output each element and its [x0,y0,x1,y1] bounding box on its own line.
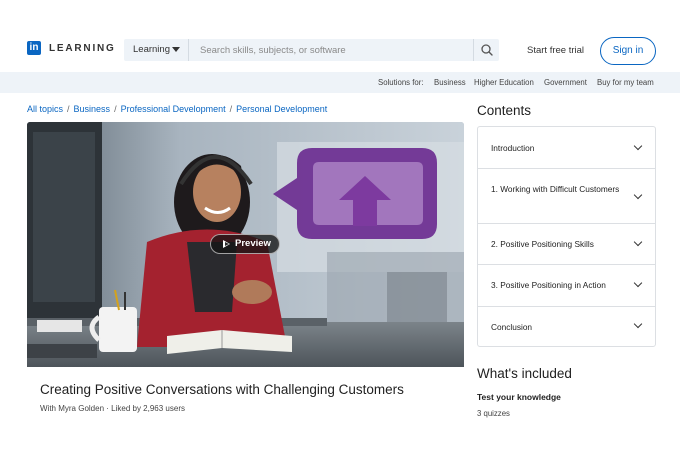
preview-label: Preview [235,238,271,249]
chevron-down-icon [633,319,643,329]
whats-included-heading: What's included [477,366,572,381]
chevron-down-icon [633,190,643,200]
subnav-item-buy-for-team[interactable]: Buy for my team [597,78,654,87]
contents-item-chapter-3[interactable]: 3. Positive Positioning in Action [478,265,655,307]
breadcrumb-personal-development[interactable]: Personal Development [236,104,327,114]
contents-item-label: 2. Positive Positioning Skills [491,239,594,249]
play-icon [223,240,230,248]
contents-item-chapter-2[interactable]: 2. Positive Positioning Skills [478,224,655,265]
start-free-trial-link[interactable]: Start free trial [527,45,584,56]
course-likes: Liked by 2,963 users [111,404,185,413]
quizzes-count: 3 quizzes [477,409,510,418]
solutions-subnav: Solutions for: Business Higher Education… [0,72,680,93]
site-header: in LEARNING Learning Start free trial Si… [0,28,680,72]
contents-item-label: Conclusion [491,322,533,332]
course-title: Creating Positive Conversations with Cha… [40,382,404,397]
contents-item-chapter-1[interactable]: 1. Working with Difficult Customers [478,169,655,224]
solutions-label: Solutions for: [378,78,424,87]
search-bar: Learning [124,39,499,61]
contents-item-label: 1. Working with Difficult Customers [491,184,620,194]
search-category-label: Learning [133,44,170,55]
linkedin-logo-icon[interactable]: in [27,41,41,55]
chevron-down-icon [633,278,643,288]
contents-heading: Contents [477,103,532,118]
contents-item-introduction[interactable]: Introduction [478,127,655,169]
subnav-item-higher-education[interactable]: Higher Education [474,78,534,87]
sign-in-button[interactable]: Sign in [600,37,656,65]
contents-item-label: 3. Positive Positioning in Action [491,280,606,290]
course-info: Creating Positive Conversations with Cha… [27,367,464,427]
search-button[interactable] [473,39,499,61]
learning-logo-text[interactable]: LEARNING [49,43,116,54]
breadcrumb-separator: / [114,104,117,114]
search-category-select[interactable]: Learning [124,39,189,61]
breadcrumb-business[interactable]: Business [74,104,111,114]
contents-item-label: Introduction [491,143,535,153]
course-author[interactable]: With Myra Golden [40,404,104,413]
breadcrumb-separator: / [229,104,233,114]
chevron-down-icon [172,47,180,52]
subnav-item-business[interactable]: Business [434,78,466,87]
subnav-item-government[interactable]: Government [544,78,587,87]
breadcrumb: All topics / Business / Professional Develop… [27,104,327,114]
search-input[interactable] [190,39,473,61]
contents-list: Introduction 1. Working with Difficult C… [477,126,656,347]
preview-button[interactable]: Preview [210,234,280,254]
contents-item-conclusion[interactable]: Conclusion [478,307,655,346]
test-your-knowledge-title: Test your knowledge [477,392,561,402]
course-preview-video[interactable]: Preview [27,122,464,367]
search-icon [481,44,493,56]
chevron-down-icon [633,141,643,151]
chevron-down-icon [633,237,643,247]
breadcrumb-all-topics[interactable]: All topics [27,104,63,114]
course-meta: With Myra Golden · Liked by 2,963 users [40,404,185,413]
breadcrumb-separator: / [67,104,70,114]
breadcrumb-professional-development[interactable]: Professional Development [121,104,226,114]
